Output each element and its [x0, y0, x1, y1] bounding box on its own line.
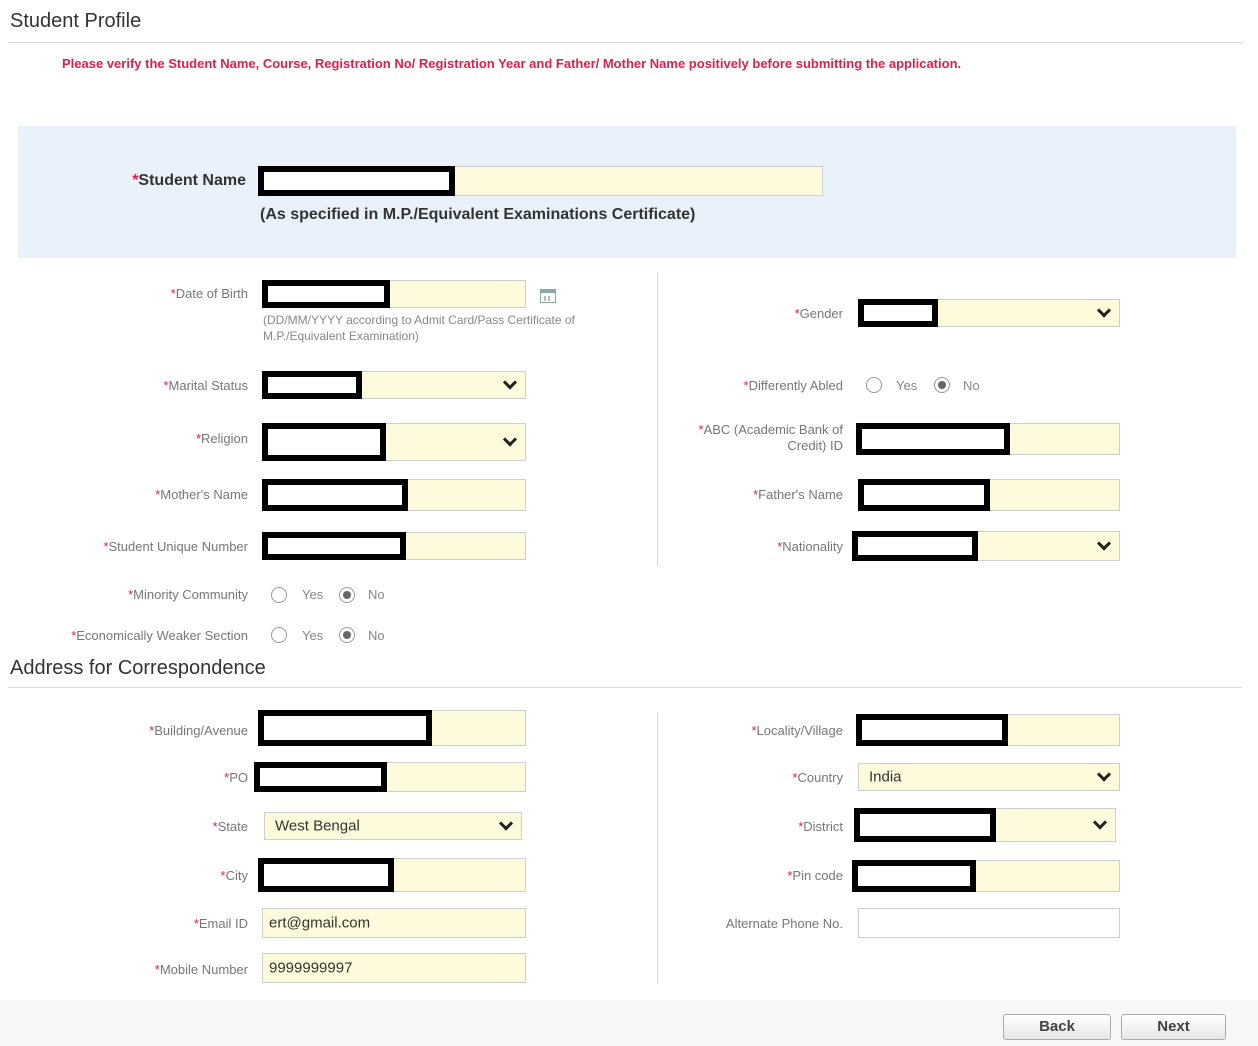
- chevron-down-icon: [1092, 815, 1108, 830]
- alternate-phone-input[interactable]: [858, 908, 1120, 938]
- back-button[interactable]: Back: [1003, 1014, 1111, 1040]
- differently-abled-no-label: No: [963, 378, 980, 393]
- redaction-box: [262, 280, 390, 308]
- student-unique-number-label: *Student Unique Number: [103, 539, 248, 554]
- email-value: ert@gmail.com: [269, 914, 371, 932]
- father-name-label: *Father's Name: [753, 487, 843, 502]
- redaction-box: [254, 762, 387, 792]
- mother-name-label: *Mother's Name: [155, 487, 248, 502]
- redaction-box: [852, 860, 976, 892]
- page-title: Student Profile: [10, 10, 142, 32]
- minority-no-radio[interactable]: [339, 587, 355, 603]
- mobile-input[interactable]: 9999999997: [262, 953, 526, 983]
- redaction-box: [258, 710, 432, 746]
- state-value: West Bengal: [275, 817, 360, 835]
- address-divider: [8, 687, 1242, 688]
- email-label: *Email ID: [193, 916, 248, 931]
- title-divider: [8, 42, 1242, 43]
- district-label: *District: [798, 819, 843, 834]
- address-section-title: Address for Correspondence: [10, 657, 266, 679]
- chevron-down-icon: [502, 375, 518, 390]
- chevron-down-icon: [1096, 303, 1112, 318]
- redaction-box: [856, 423, 1010, 455]
- chevron-down-icon: [502, 432, 518, 447]
- state-select[interactable]: West Bengal: [264, 812, 522, 840]
- minority-label: *Minority Community: [128, 587, 248, 602]
- ews-label: *Economically Weaker Section: [71, 628, 248, 643]
- ews-no-label: No: [368, 628, 385, 643]
- next-button[interactable]: Next: [1121, 1014, 1226, 1040]
- redaction-box: [258, 858, 394, 892]
- ews-yes-radio[interactable]: [271, 627, 287, 643]
- pin-code-label: *Pin code: [787, 868, 843, 883]
- city-label: *City: [220, 868, 248, 883]
- ews-yes-label: Yes: [302, 628, 324, 643]
- redaction-box: [858, 479, 990, 511]
- redaction-box: [854, 808, 996, 842]
- differently-abled-yes-radio[interactable]: [866, 377, 882, 393]
- column-divider: [657, 272, 658, 567]
- country-label: *Country: [792, 770, 843, 785]
- state-label: *State: [212, 819, 248, 834]
- redaction-box: [858, 299, 938, 327]
- differently-abled-no-radio[interactable]: [934, 377, 950, 393]
- chevron-down-icon: [498, 816, 514, 831]
- religion-label: *Religion: [195, 431, 248, 446]
- verification-notice: Please verify the Student Name, Course, …: [62, 56, 962, 71]
- differently-abled-label: *Differently Abled: [743, 378, 844, 393]
- redaction-box: [262, 479, 408, 511]
- email-input[interactable]: ert@gmail.com: [262, 908, 526, 938]
- student-name-hint: (As specified in M.P./Equivalent Examina…: [260, 206, 696, 223]
- building-label: *Building/Avenue: [149, 723, 248, 738]
- redaction-box: [262, 423, 386, 461]
- ews-no-radio[interactable]: [339, 627, 355, 643]
- gender-label: *Gender: [794, 306, 843, 321]
- dob-label: *Date of Birth: [170, 286, 248, 301]
- redaction-box: [856, 714, 1008, 746]
- student-name-label: *Student Name: [132, 172, 246, 189]
- marital-status-label: *Marital Status: [163, 378, 248, 393]
- redaction-box: [852, 531, 978, 561]
- country-value: India: [869, 768, 902, 786]
- chevron-down-icon: [1096, 536, 1112, 551]
- redaction-box: [262, 371, 362, 399]
- mobile-value: 9999999997: [269, 959, 353, 977]
- minority-no-label: No: [368, 587, 385, 602]
- country-select[interactable]: India: [858, 763, 1120, 791]
- minority-yes-radio[interactable]: [271, 587, 287, 603]
- nationality-label: *Nationality: [777, 539, 843, 554]
- abc-id-label: *ABC (Academic Bank of Credit) ID: [698, 422, 843, 453]
- differently-abled-yes-label: Yes: [896, 378, 918, 393]
- po-label: *PO: [224, 770, 248, 785]
- chevron-down-icon: [1096, 767, 1112, 782]
- alternate-phone-label: Alternate Phone No.: [725, 916, 843, 931]
- mobile-label: *Mobile Number: [154, 962, 248, 977]
- column-divider: [657, 712, 658, 984]
- dob-hint: (DD/MM/YYYY according to Admit Card/Pass…: [263, 313, 575, 343]
- minority-yes-label: Yes: [302, 587, 324, 602]
- redaction-box: [258, 166, 455, 196]
- redaction-box: [262, 532, 406, 560]
- locality-label: *Locality/Village: [751, 723, 843, 738]
- calendar-icon[interactable]: [540, 289, 556, 303]
